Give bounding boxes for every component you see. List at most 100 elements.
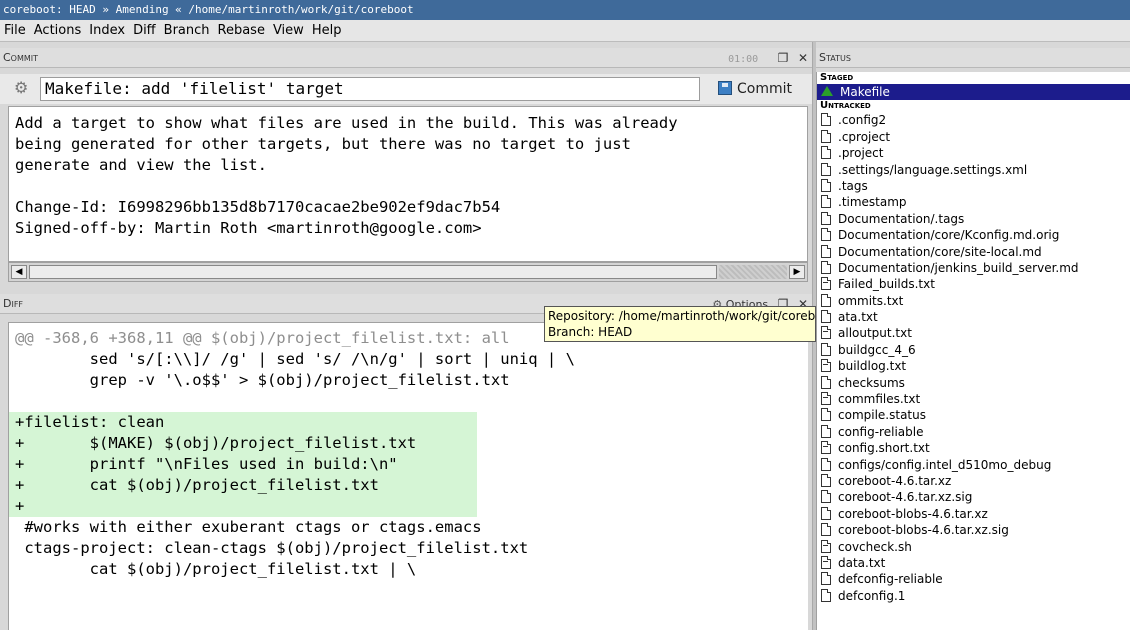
commit-button[interactable]: Commit — [718, 78, 792, 100]
file-name: buildgcc_4_6 — [838, 342, 916, 357]
window-title: coreboot: HEAD » Amending « /home/martin… — [0, 0, 1130, 20]
untracked-file-item[interactable]: config.short.txt — [817, 440, 1130, 456]
status-file-list: Staged Makefile Untracked .config2 .cproj… — [816, 72, 1130, 630]
untracked-file-item[interactable]: Documentation/jenkins_build_server.md — [817, 260, 1130, 276]
scroll-right-arrow-icon[interactable]: ▶ — [789, 265, 805, 279]
file-name: defconfig.1 — [838, 588, 906, 603]
status-panel-header: Status — [816, 48, 1130, 68]
untracked-file-item[interactable]: alloutput.txt — [817, 325, 1130, 341]
untracked-file-item[interactable]: Documentation/core/Kconfig.md.orig — [817, 227, 1130, 243]
file-icon — [821, 228, 831, 242]
untracked-file-item[interactable]: buildgcc_4_6 — [817, 342, 1130, 358]
file-name: alloutput.txt — [838, 326, 912, 341]
untracked-file-item[interactable]: covcheck.sh — [817, 539, 1130, 555]
staged-file-item[interactable]: Makefile — [817, 84, 1130, 101]
file-icon — [821, 506, 831, 520]
file-icon — [821, 211, 831, 225]
diff-context-line — [9, 391, 808, 412]
diff-view[interactable]: @@ -368,6 +368,11 @@ $(obj)/project_file… — [8, 322, 808, 630]
menu-help[interactable]: Help — [308, 20, 346, 42]
untracked-section-title: Untracked — [820, 100, 871, 112]
untracked-file-item[interactable]: defconfig.1 — [817, 588, 1130, 604]
file-icon — [821, 178, 831, 192]
file-name: config.short.txt — [838, 441, 930, 456]
menu-file[interactable]: File — [0, 20, 30, 42]
untracked-file-item[interactable]: coreboot-blobs-4.6.tar.xz.sig — [817, 522, 1130, 538]
commit-panel-title: Commit — [3, 51, 39, 64]
menu-view[interactable]: View — [269, 20, 308, 42]
close-panel-icon[interactable]: ✕ — [798, 51, 808, 65]
untracked-file-item[interactable]: .config2 — [817, 112, 1130, 128]
file-name: .cproject — [838, 129, 891, 144]
untracked-file-item[interactable]: .cproject — [817, 129, 1130, 145]
untracked-file-item[interactable]: Failed_builds.txt — [817, 276, 1130, 292]
untracked-file-item[interactable]: defconfig-reliable — [817, 571, 1130, 587]
file-icon — [821, 457, 831, 471]
menu-diff[interactable]: Diff — [129, 20, 160, 42]
text-file-icon — [821, 326, 831, 340]
file-name: .config2 — [838, 113, 887, 128]
file-name: coreboot-4.6.tar.xz.sig — [838, 490, 973, 505]
file-name: compile.status — [838, 408, 926, 423]
staged-file-icon — [821, 86, 833, 96]
menu-branch[interactable]: Branch — [160, 20, 214, 42]
menu-rebase[interactable]: Rebase — [214, 20, 269, 42]
scroll-left-arrow-icon[interactable]: ◀ — [11, 265, 27, 279]
file-name: coreboot-blobs-4.6.tar.xz — [838, 506, 988, 521]
text-file-icon — [821, 441, 831, 455]
untracked-file-item[interactable]: .settings/language.settings.xml — [817, 162, 1130, 178]
file-icon — [821, 162, 831, 176]
tooltip-branch: Branch: HEAD — [548, 325, 633, 339]
file-icon — [821, 424, 831, 438]
untracked-file-item[interactable]: data.txt — [817, 555, 1130, 571]
staged-section-title: Staged — [820, 72, 854, 83]
file-name: commfiles.txt — [838, 392, 921, 407]
text-file-icon — [821, 392, 831, 406]
file-name: configs/config.intel_d510mo_debug — [838, 457, 1052, 472]
untracked-file-item[interactable]: configs/config.intel_d510mo_debug — [817, 457, 1130, 473]
file-name: Failed_builds.txt — [838, 277, 935, 292]
diff-added-line: + — [9, 496, 477, 517]
file-icon — [821, 244, 831, 258]
untracked-file-item[interactable]: ata.txt — [817, 309, 1130, 325]
file-name: Documentation/core/Kconfig.md.orig — [838, 228, 1060, 243]
commit-message-textarea[interactable]: Add a target to show what files are used… — [8, 106, 808, 262]
scroll-trough[interactable] — [719, 265, 787, 279]
float-panel-icon[interactable]: ❐ — [778, 51, 789, 65]
untracked-file-item[interactable]: coreboot-4.6.tar.xz — [817, 473, 1130, 489]
untracked-file-item[interactable]: compile.status — [817, 407, 1130, 423]
text-file-icon — [821, 359, 831, 373]
gear-icon[interactable]: ⚙ — [14, 80, 30, 96]
file-icon — [821, 195, 831, 209]
untracked-file-item[interactable]: ommits.txt — [817, 293, 1130, 309]
scroll-thumb[interactable] — [29, 265, 717, 279]
untracked-file-item[interactable]: .project — [817, 145, 1130, 161]
menu-index[interactable]: Index — [85, 20, 129, 42]
menu-bar: File Actions Index Diff Branch Rebase View Help — [0, 20, 1130, 42]
untracked-file-item[interactable]: .tags — [817, 178, 1130, 194]
file-name: ata.txt — [838, 310, 878, 325]
untracked-file-item[interactable]: Documentation/core/site-local.md — [817, 244, 1130, 260]
untracked-file-item[interactable]: config-reliable — [817, 424, 1130, 440]
file-name: checksums — [838, 375, 905, 390]
untracked-file-item[interactable]: Documentation/.tags — [817, 211, 1130, 227]
file-name: Documentation/.tags — [838, 211, 965, 226]
commit-summary-input[interactable]: Makefile: add 'filelist' target — [40, 77, 700, 101]
untracked-file-item[interactable]: commfiles.txt — [817, 391, 1130, 407]
diff-added-line: + $(MAKE) $(obj)/project_filelist.txt — [9, 433, 477, 454]
menu-actions[interactable]: Actions — [30, 20, 86, 42]
untracked-file-item[interactable]: coreboot-blobs-4.6.tar.xz — [817, 506, 1130, 522]
commit-panel-header: Commit 01:00 ❐ ✕ — [0, 48, 812, 68]
file-name: coreboot-blobs-4.6.tar.xz.sig — [838, 523, 1009, 538]
untracked-file-item[interactable]: .timestamp — [817, 194, 1130, 210]
file-icon — [821, 572, 831, 586]
file-name: .settings/language.settings.xml — [838, 162, 1028, 177]
repository-tooltip: Repository: /home/martinroth/work/git/co… — [544, 306, 816, 342]
file-icon — [821, 113, 831, 127]
untracked-file-item[interactable]: coreboot-4.6.tar.xz.sig — [817, 489, 1130, 505]
untracked-file-item[interactable]: checksums — [817, 375, 1130, 391]
file-icon — [821, 588, 831, 602]
commit-message-hscrollbar[interactable]: ◀ ▶ — [8, 262, 808, 282]
untracked-file-item[interactable]: buildlog.txt — [817, 358, 1130, 374]
file-icon — [821, 342, 831, 356]
